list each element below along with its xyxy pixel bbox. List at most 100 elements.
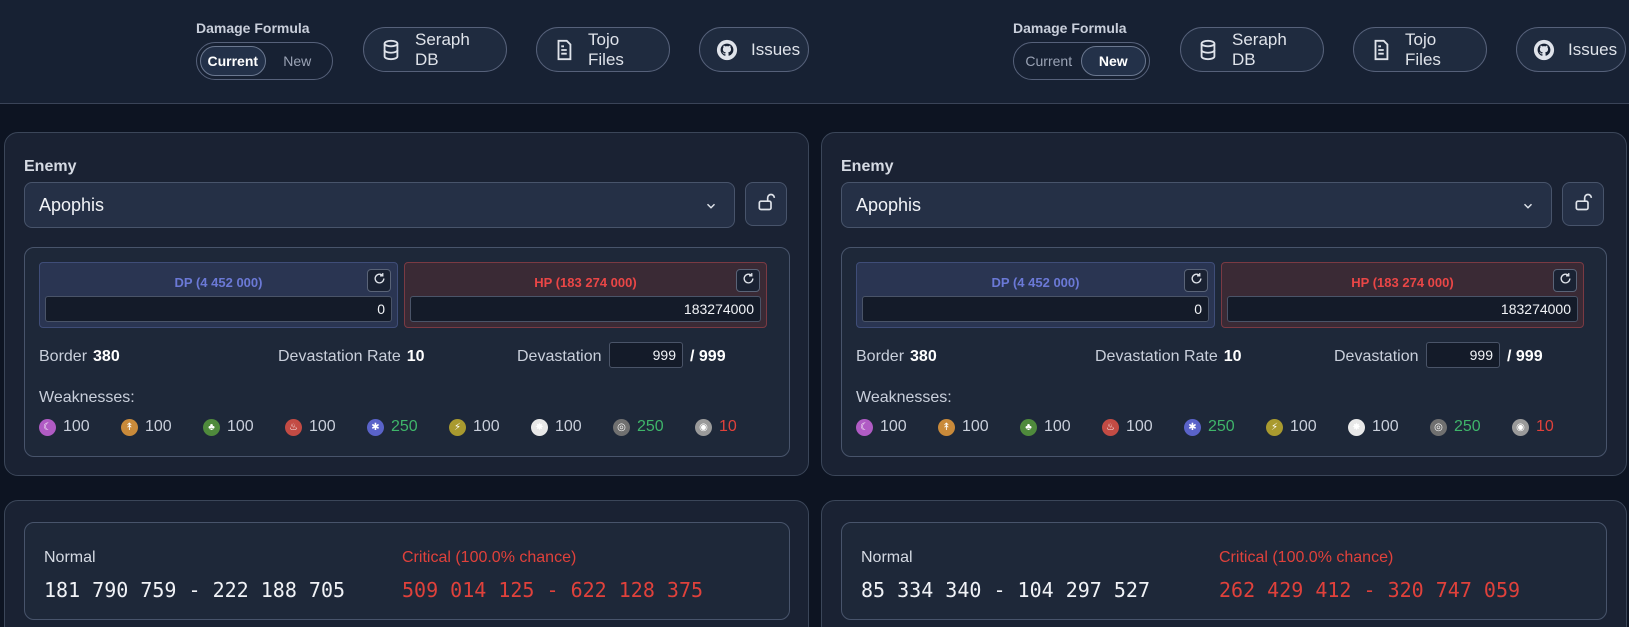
dp-title: DP (4 452 000) [991,275,1080,290]
weakness-value: 10 [719,418,737,435]
seraph-db-button[interactable]: Seraph DB [1180,27,1324,72]
seraph-db-button[interactable]: Seraph DB [363,27,507,72]
hp-input[interactable]: 183274000 [1227,296,1578,322]
light-element-icon: ✸ [531,418,548,436]
weakness-item: ◎ 250 [1430,418,1481,436]
critical-damage-range: 262 429 412 - 320 747 059 [1219,578,1521,602]
unlock-icon [756,192,776,217]
weakness-value: 100 [962,418,989,435]
tojo-files-button[interactable]: Tojo Files [536,27,670,72]
weakness-value: 250 [1454,418,1481,435]
dp-box: DP (4 452 000) 0 [39,262,398,328]
formula-option-current[interactable]: Current [200,46,266,76]
earth-element-icon: ♣ [1020,418,1037,436]
enemy-select[interactable]: Apophis [841,182,1552,228]
weakness-item: ♨ 100 [1102,418,1153,436]
github-icon [716,39,738,61]
nav-button-label: Issues [751,39,801,59]
enemy-stats: DP (4 452 000) 0 HP (183 274 000) 183274… [841,247,1607,457]
border-stat: Border 380 [39,348,120,366]
enemy-card: Enemy Apophis DP (4 452 000) 0 HP (183 2… [4,132,809,476]
nav-button-label: Seraph DB [415,29,470,69]
border-stat: Border 380 [856,348,937,366]
unlock-button[interactable] [1562,182,1604,226]
weakness-item: ⚡ 100 [449,418,500,436]
refresh-icon [373,272,386,290]
hp-title: HP (183 274 000) [534,275,637,290]
hp-box: HP (183 274 000) 183274000 [404,262,767,328]
nav-button-label: Seraph DB [1232,29,1287,69]
normal-damage-range: 181 790 759 - 222 188 705 [44,578,346,602]
tojo-files-button[interactable]: Tojo Files [1353,27,1487,72]
weaknesses-row: ☾ 100 ↟ 100 ♣ 100 ♨ 100 ✱ 250 ⚡ 100 ✸ 10… [856,418,1592,440]
formula-toggle[interactable]: Current New [196,42,333,80]
weakness-value: 100 [473,418,500,435]
weakness-item: ♣ 100 [203,418,254,436]
hp-input[interactable]: 183274000 [410,296,761,322]
unlock-icon [1573,192,1593,217]
issues-button[interactable]: Issues [1516,27,1626,72]
weakness-item: ☾ 100 [39,418,90,436]
damage-formula-label: Damage Formula [1013,20,1127,36]
result-card: Normal Critical (100.0% chance) 181 790 … [4,500,809,627]
devastation-rate-value: 10 [406,348,425,365]
result-card: Normal Critical (100.0% chance) 85 334 3… [821,500,1627,627]
damage-formula: Damage Formula Current New [1013,20,1150,80]
weakness-value: 100 [555,418,582,435]
thunder-element-icon: ⚡ [1266,418,1283,436]
enemy-select[interactable]: Apophis [24,182,735,228]
weakness-value: 250 [637,418,664,435]
dp-reset-button[interactable] [367,269,391,292]
hp-reset-button[interactable] [1553,269,1577,292]
border-value: 380 [910,348,937,365]
normal-label: Normal [861,549,913,566]
github-icon [1533,39,1555,61]
hp-reset-button[interactable] [736,269,760,292]
weakness-value: 250 [391,418,418,435]
nav-button-label: Tojo Files [1405,29,1441,69]
weakness-value: 100 [145,418,172,435]
ice-element-icon: ✱ [367,418,384,436]
weaknesses-label: Weaknesses: [39,389,135,406]
critical-damage-range: 509 014 125 - 622 128 375 [402,578,704,602]
dp-reset-button[interactable] [1184,269,1208,292]
dp-input[interactable]: 0 [45,296,392,322]
devastation-max: / 999 [1507,348,1543,365]
devastation-input[interactable]: 999 [1426,342,1500,368]
enemy-select-value: Apophis [856,194,922,215]
formula-option-new[interactable]: New [266,46,330,76]
devastation-input[interactable]: 999 [609,342,683,368]
weakness-value: 10 [1536,418,1554,435]
enemy-label: Enemy [841,158,894,175]
file-icon [553,39,575,61]
refresh-icon [1190,272,1203,290]
dp-title: DP (4 452 000) [174,275,263,290]
weakness-item: ♨ 100 [285,418,336,436]
normal-label: Normal [44,549,96,566]
neutral-element-icon: ◉ [1512,418,1529,436]
void-element-icon: ◎ [613,418,630,436]
wind-element-icon: ↟ [121,418,138,436]
formula-toggle[interactable]: Current New [1013,42,1150,80]
enemy-attributes: Border 380 Devastation Rate 10 Devastation… [856,342,1592,372]
weakness-item: ✸ 100 [531,418,582,436]
formula-option-current[interactable]: Current [1017,46,1081,76]
enemy-card: Enemy Apophis DP (4 452 000) 0 HP (183 2… [821,132,1627,476]
nav-left: Damage Formula Current New Seraph DB Tojo… [0,0,817,104]
weakness-item: ◎ 250 [613,418,664,436]
neutral-element-icon: ◉ [695,418,712,436]
enemy-label: Enemy [24,158,77,175]
devastation-rate-stat: Devastation Rate 10 [278,348,425,366]
dp-box: DP (4 452 000) 0 [856,262,1215,328]
devastation-max: / 999 [690,348,726,365]
hp-box: HP (183 274 000) 183274000 [1221,262,1584,328]
hp-title: HP (183 274 000) [1351,275,1454,290]
issues-button[interactable]: Issues [699,27,809,72]
weakness-value: 100 [1044,418,1071,435]
devastation-rate-stat: Devastation Rate 10 [1095,348,1242,366]
unlock-button[interactable] [745,182,787,226]
dp-input[interactable]: 0 [862,296,1209,322]
formula-option-new[interactable]: New [1080,46,1146,76]
weakness-item: ◉ 10 [1512,418,1554,436]
refresh-icon [1559,272,1572,290]
